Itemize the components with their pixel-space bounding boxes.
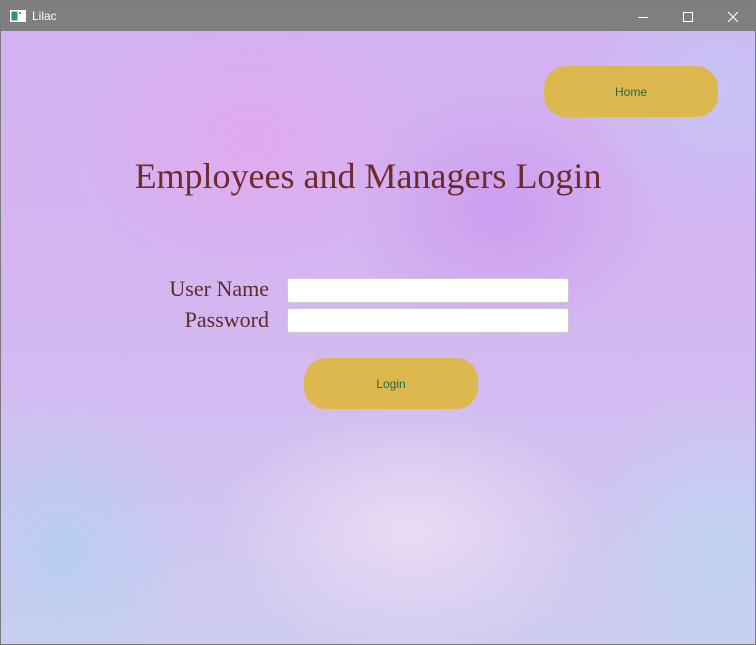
close-icon [727,7,738,26]
home-button[interactable]: Home [544,66,718,117]
minimize-button[interactable] [620,1,665,31]
page-title: Employees and Managers Login [134,156,602,196]
title-bar[interactable]: Lilac [1,1,755,31]
password-input[interactable] [287,308,569,333]
login-button[interactable]: Login [304,358,478,409]
password-label: Password [184,307,269,332]
close-button[interactable] [710,1,755,31]
window-title: Lilac [32,9,57,23]
login-page: Home Employees and Managers Login User N… [1,31,755,644]
app-window-icon [10,10,26,22]
username-input[interactable] [287,278,569,303]
app-window: Lilac Home Employees and Managers Login [0,0,756,645]
maximize-button[interactable] [665,1,710,31]
username-label: User Name [169,276,269,301]
window-controls [620,1,755,31]
minimize-icon [637,7,648,26]
maximize-icon [682,7,693,26]
